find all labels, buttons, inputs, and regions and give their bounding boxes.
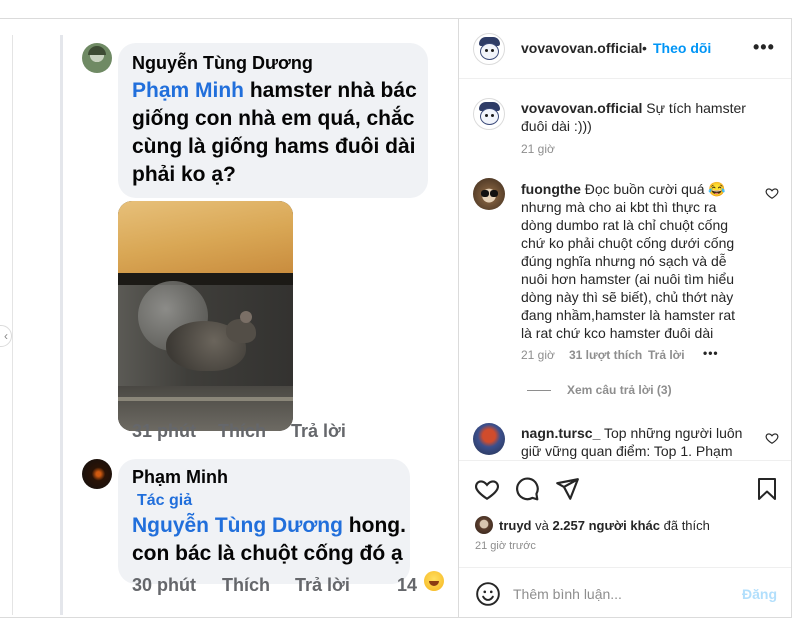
view-replies-button[interactable]: Xem câu trả lời (3) [567,383,672,397]
comment-more-icon[interactable]: ••• [703,346,719,360]
add-comment-bar: Đăng [459,567,791,619]
commenter-username[interactable]: nagn.tursc_ [521,425,600,441]
author-username[interactable]: vovavovan.official [521,40,642,56]
likes-summary: truyd và 2.257 người khác đã thích [499,518,710,533]
comment-text-part: giống con nhà em quá, chắc [132,107,415,130]
comment-text-part: phải ko ạ? [132,163,236,186]
commenter-avatar[interactable] [473,178,505,210]
post-image: ‹ Nguyễn Tùng Dương Phạm Minh hamster nh… [0,18,458,618]
screen: ‹ Nguyễn Tùng Dương Phạm Minh hamster nh… [0,0,795,622]
comment-text-part: hong. [342,514,406,537]
other-likers[interactable]: 2.257 người khác [552,518,660,533]
like-label: Thích [218,421,266,441]
liker-username[interactable]: truyd [499,518,532,533]
thread-line [60,35,63,615]
comment-author: Phạm Minh [132,467,229,487]
post-caption: vovavovan.official Sự tích hamster đuôi … [521,99,747,135]
comment-time: 31 phút [132,421,197,441]
reaction-count: 14 [397,575,418,595]
save-bookmark-icon[interactable] [755,476,779,502]
author-avatar[interactable] [473,33,505,65]
mention-link: Nguyễn Tùng Dương [132,514,343,537]
reply-label: Trả lời [291,421,346,441]
comment-input[interactable] [513,584,733,604]
reply-label: Trả lời [295,575,350,595]
comment-likes[interactable]: 31 lượt thích [569,348,642,362]
like-comment-heart-icon[interactable] [765,431,779,445]
laugh-emoji-icon [424,571,444,591]
comments-section: vovavovan.official Sự tích hamster đuôi … [459,80,791,460]
divider [12,35,13,615]
comment-body: Đọc buồn cười quá 😂 nhưng mà cho ai kbt … [521,181,735,341]
post-comment-button[interactable]: Đăng [742,586,777,602]
post-header: vovavovan.official • Theo dõi ••• [459,19,791,79]
more-options-icon[interactable]: ••• [753,37,775,58]
caption-time[interactable]: 21 giờ [521,142,555,156]
comment-time: 30 phút [132,575,197,595]
reply-button[interactable]: Trả lời [648,348,685,362]
rat-photo [118,201,293,431]
follow-button[interactable]: Theo dõi [653,40,711,56]
emoji-icon[interactable] [475,581,501,607]
comment-text-part: cùng là giống hams đuôi dài [132,135,416,158]
comment-text: Nguyễn Tùng Dương hong. con bác là chuột… [132,512,406,568]
likes-suffix: đã thích [660,518,710,533]
share-icon[interactable] [554,476,580,502]
comment-author: Nguyễn Tùng Dương [132,53,313,73]
commenter-username[interactable]: fuongthe [521,181,581,197]
instagram-panel: vovavovan.official • Theo dõi ••• vovavo… [458,18,792,618]
author-avatar[interactable] [473,98,505,130]
avatar [82,43,112,73]
replies-line [527,390,551,391]
mention-link: Phạm Minh [132,79,245,102]
separator-dot: • [642,40,647,56]
liker-avatar[interactable] [475,516,493,534]
comment-text-part: hamster nhà bác [244,79,417,102]
comment-icon[interactable] [514,476,540,502]
comment-text: Phạm Minh hamster nhà bác giống con nhà … [132,77,417,189]
author-badge: Tác giả [137,492,193,509]
caption-username[interactable]: vovavovan.official [521,100,642,116]
commenter-avatar[interactable] [473,423,505,455]
comment-text: fuongthe Đọc buồn cười quá 😂 nhưng mà ch… [521,180,743,342]
post-time[interactable]: 21 giờ trước [475,540,536,552]
like-heart-icon[interactable] [474,476,500,502]
previous-image-icon[interactable]: ‹ [0,325,12,347]
avatar [82,459,112,489]
comment-text: nagn.tursc_ Top những người luôn giữ vữn… [521,424,743,460]
post-actions: truyd và 2.257 người khác đã thích 21 gi… [459,460,791,568]
like-label: Thích [222,575,270,595]
comment-time[interactable]: 21 giờ [521,348,555,362]
like-comment-heart-icon[interactable] [765,186,779,200]
comment-text-part: con bác là chuột cống đó ạ [132,542,403,565]
likes-and: và [531,518,553,533]
